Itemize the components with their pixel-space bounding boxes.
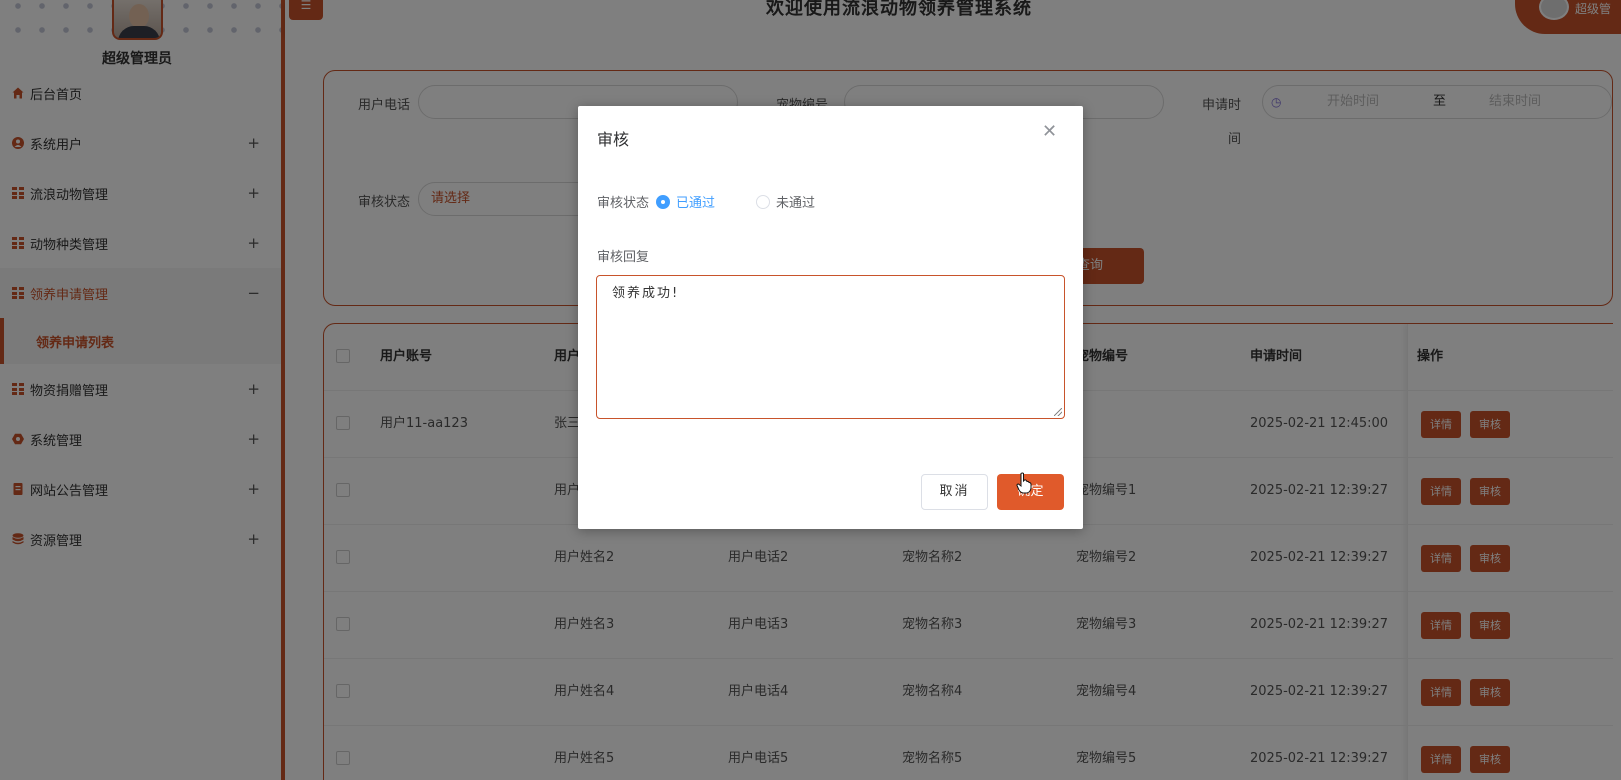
cancel-button[interactable]: 取消 xyxy=(921,474,988,510)
radio-passed[interactable] xyxy=(656,195,670,209)
audit-reply-label: 审核回复 xyxy=(597,250,650,265)
close-icon[interactable]: ✕ xyxy=(1042,121,1057,142)
hand-cursor-icon xyxy=(1016,472,1032,494)
audit-reply-text: 领养成功! xyxy=(612,286,680,301)
radio-failed[interactable] xyxy=(756,195,770,209)
radio-failed-label[interactable]: 未通过 xyxy=(776,192,815,211)
radio-passed-label[interactable]: 已通过 xyxy=(676,192,715,211)
audit-status-label: 审核状态 xyxy=(597,196,650,211)
resize-handle-icon[interactable] xyxy=(1054,408,1062,416)
dialog-title: 审核 xyxy=(597,130,630,149)
audit-reply-textarea[interactable]: 领养成功! xyxy=(596,275,1065,419)
audit-dialog: 审核 ✕ 审核状态 已通过 未通过 审核回复 领养成功! 取消 确定 xyxy=(578,106,1083,529)
